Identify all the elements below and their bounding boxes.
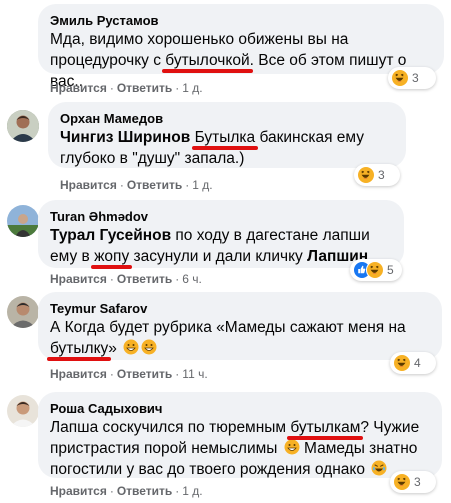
like-link[interactable]: Нравится (60, 178, 117, 192)
crying-laughing-emoji-icon (371, 460, 387, 476)
avatar[interactable] (7, 395, 39, 427)
comment-bubble: Teymur Safarov А Когда будет рубрика «Ма… (38, 292, 442, 360)
haha-icon (357, 166, 375, 184)
comment-bubble: Орхан Мамедов Чингиз Ширинов Бутылка бак… (48, 102, 406, 168)
timestamp[interactable]: 1 д. (182, 484, 202, 498)
reply-link[interactable]: Ответить (127, 178, 182, 192)
reaction-count: 3 (378, 168, 385, 182)
reaction-summary[interactable]: 3 (390, 471, 436, 493)
timestamp[interactable]: 1 д. (192, 178, 212, 192)
underlined-word: бутылочкой (165, 52, 250, 69)
reply-link[interactable]: Ответить (117, 272, 172, 286)
underlined-word: жопу (94, 248, 130, 265)
haha-icon (393, 473, 411, 491)
comment-actions: Нравится · Ответить · 1 д. (60, 178, 213, 192)
reaction-count: 3 (414, 475, 421, 489)
comment-author[interactable]: Эмиль Рустамов (50, 12, 432, 29)
mention-link[interactable]: Турал Гусейнов (50, 227, 171, 244)
reaction-summary[interactable]: 3 (354, 164, 400, 186)
haha-icon (391, 69, 409, 87)
comment-author[interactable]: Орхан Мамедов (60, 110, 394, 127)
reaction-summary[interactable]: 5 (350, 259, 402, 281)
like-link[interactable]: Нравится (50, 272, 107, 286)
grinning-emoji-icon (284, 439, 300, 455)
like-link[interactable]: Нравится (50, 484, 107, 498)
comment-text: Турал Гусейнов по ходу в дагестане лапши… (50, 227, 370, 265)
haha-icon (366, 261, 384, 279)
comment-author[interactable]: Роша Садыхович (50, 400, 430, 417)
comment-author[interactable]: Teymur Safarov (50, 300, 430, 317)
reaction-summary[interactable]: 3 (388, 67, 436, 89)
reaction-count: 3 (412, 71, 419, 85)
comment-actions: Нравится · Ответить · 1 д. (50, 484, 203, 498)
reaction-count: 4 (414, 356, 421, 370)
avatar[interactable] (7, 296, 39, 328)
underlined-word: бутылку (50, 340, 109, 357)
comment-bubble: Turan Əhmədov Турал Гусейнов по ходу в д… (38, 200, 404, 268)
comment-text: А Когда будет рубрика «Мамеды сажают мен… (50, 319, 406, 357)
timestamp[interactable]: 6 ч. (182, 272, 202, 286)
comment-bubble: Роша Садыхович Лапша соскучился по тюрем… (38, 392, 442, 478)
comment-text: Лапша соскучился по тюремным бутылкам? Ч… (50, 419, 420, 478)
avatar[interactable] (7, 205, 39, 237)
timestamp[interactable]: 11 ч. (182, 367, 207, 381)
reply-link[interactable]: Ответить (117, 367, 172, 381)
comment-text: Чингиз Ширинов Бутылка бакинская ему глу… (60, 129, 365, 167)
comment-actions: Нравится · Ответить · 11 ч. (50, 367, 208, 381)
comment-author[interactable]: Turan Əhmədov (50, 208, 392, 225)
laughing-emoji-icon (123, 339, 139, 355)
reply-link[interactable]: Ответить (117, 484, 172, 498)
laughing-emoji-icon (141, 339, 157, 355)
timestamp[interactable]: 1 д. (182, 81, 202, 95)
comment-actions: Нравится · Ответить · 6 ч. (50, 272, 202, 286)
underlined-word: Бутылка (194, 129, 256, 146)
like-link[interactable]: Нравится (50, 81, 107, 95)
reply-link[interactable]: Ответить (117, 81, 172, 95)
reaction-summary[interactable]: 4 (390, 352, 436, 374)
avatar[interactable] (7, 110, 39, 142)
comment-bubble: Эмиль Рустамов Мда, видимо хорошенько об… (38, 4, 444, 90)
haha-icon (393, 354, 411, 372)
underlined-word: бутылкам (290, 419, 361, 436)
reaction-count: 5 (387, 263, 394, 277)
mention-link[interactable]: Чингиз Ширинов (60, 129, 190, 146)
like-link[interactable]: Нравится (50, 367, 107, 381)
comment-actions: Нравится · Ответить · 1 д. (50, 81, 203, 95)
